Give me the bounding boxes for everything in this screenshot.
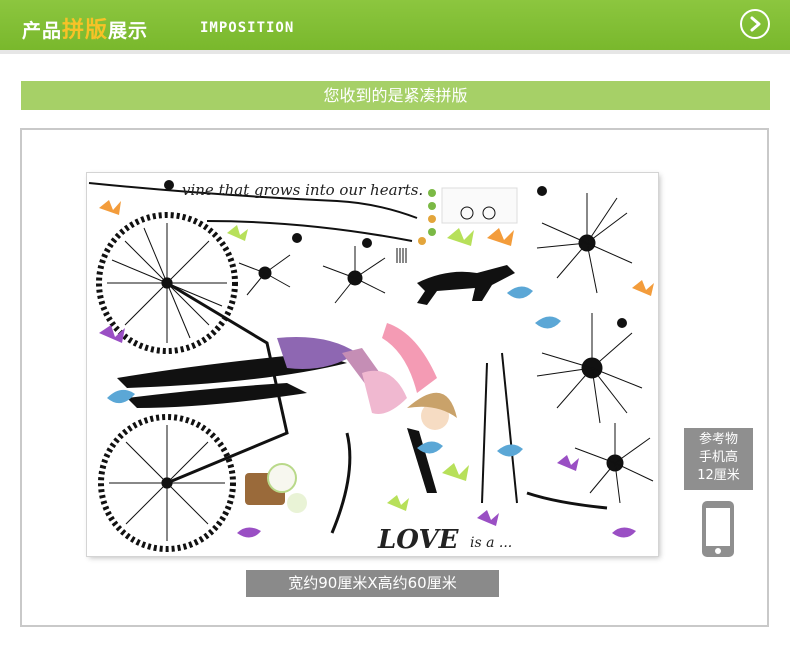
vine-text: vine that grows into our hearts. [182,181,424,199]
title-highlight: 拼版 [62,18,109,43]
reference-line1: 参考物 [698,432,738,447]
header-bar: 产品拼版展示 IMPOSITION [0,0,790,50]
reference-line2: 手机高 [698,450,738,465]
reference-line3: 12厘米 [697,468,740,483]
title-part2: 展示 [108,20,149,42]
header-divider [0,50,790,54]
chevron-right-circle-icon[interactable] [740,9,770,39]
product-artwork [88,180,654,552]
phone-icon [701,500,735,558]
reference-box: 参考物 手机高 12厘米 [684,428,753,490]
dimensions-label: 宽约90厘米X高约60厘米 [246,570,499,597]
love-text: LOVE [378,525,459,555]
product-image [87,173,658,556]
love-small-text: is a ... [470,535,513,551]
title-sub: IMPOSITION [200,20,295,36]
title-part1: 产品 [22,20,63,42]
page-title: 产品拼版展示 [22,12,148,44]
subtitle-bar: 您收到的是紧凑拼版 [21,81,770,110]
